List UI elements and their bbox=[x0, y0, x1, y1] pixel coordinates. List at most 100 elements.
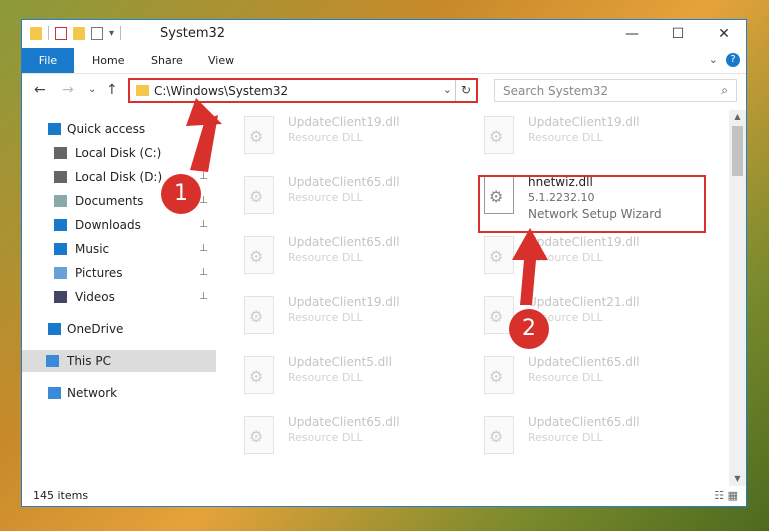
sidebar-item-label: Downloads bbox=[75, 218, 141, 232]
pin-icon[interactable]: ⊥ bbox=[199, 214, 208, 236]
file-item[interactable]: ⚙ UpdateClient19.dll Resource DLL bbox=[222, 290, 446, 344]
pin-icon[interactable]: ⊥ bbox=[199, 286, 208, 308]
sidebar-item[interactable]: Quick access bbox=[22, 118, 216, 140]
file-name: UpdateClient5.dll bbox=[288, 355, 392, 369]
pin-icon[interactable]: ⊥ bbox=[199, 142, 208, 164]
file-description: Resource DLL bbox=[288, 251, 363, 264]
search-box[interactable]: Search System32 ⌕ bbox=[494, 79, 737, 102]
address-path[interactable]: C:\Windows\System32 bbox=[154, 84, 288, 98]
highlight-box-file bbox=[478, 175, 706, 233]
file-item[interactable]: ⚙ UpdateClient19.dll Resource DLL bbox=[462, 230, 686, 284]
file-item[interactable]: ⚙ UpdateClient5.dll Resource DLL bbox=[222, 350, 446, 404]
folder-icon[interactable] bbox=[30, 26, 42, 40]
refresh-button[interactable]: ↻ bbox=[455, 80, 476, 101]
file-name: UpdateClient19.dll bbox=[288, 295, 400, 309]
sidebar-item[interactable]: Downloads ⊥ bbox=[22, 214, 216, 236]
pictures-icon bbox=[54, 267, 67, 279]
close-button[interactable]: ✕ bbox=[701, 20, 746, 48]
file-item[interactable]: ⚙ UpdateClient65.dll Resource DLL bbox=[222, 170, 446, 224]
up-button[interactable]: ↑ bbox=[106, 82, 118, 98]
gear-icon: ⚙ bbox=[489, 307, 504, 326]
address-dropdown-icon[interactable]: ⌄ bbox=[443, 83, 452, 96]
file-name: UpdateClient19.dll bbox=[288, 115, 400, 129]
gear-icon: ⚙ bbox=[249, 307, 264, 326]
sidebar-item-label: This PC bbox=[67, 354, 111, 368]
step-badge-1: 1 bbox=[161, 174, 201, 214]
sidebar-item-label: Local Disk (C:) bbox=[75, 146, 162, 160]
file-item[interactable]: ⚙ UpdateClient19.dll Resource DLL bbox=[222, 110, 446, 164]
computer-icon bbox=[46, 355, 59, 367]
file-description: Resource DLL bbox=[288, 131, 363, 144]
sidebar-item[interactable]: Videos ⊥ bbox=[22, 286, 216, 308]
file-item[interactable]: ⚙ UpdateClient19.dll Resource DLL bbox=[462, 110, 686, 164]
scroll-up-icon[interactable]: ▲ bbox=[729, 110, 746, 124]
file-item[interactable]: ⚙ UpdateClient65.dll Resource DLL bbox=[462, 350, 686, 404]
view-toggle-icons[interactable]: ☷ ▦ bbox=[714, 489, 738, 502]
minimize-button[interactable]: — bbox=[609, 20, 655, 48]
sidebar-item-label: Music bbox=[75, 242, 110, 256]
pin-icon[interactable]: ⊥ bbox=[199, 238, 208, 260]
new-folder-icon[interactable] bbox=[73, 26, 85, 40]
file-name: UpdateClient19.dll bbox=[528, 115, 640, 129]
title-bar: ▾ System32 — ☐ ✕ bbox=[22, 20, 746, 48]
recent-locations-icon[interactable]: ⌄ bbox=[88, 84, 96, 95]
gear-icon: ⚙ bbox=[489, 247, 504, 266]
file-item[interactable]: ⚙ UpdateClient65.dll Resource DLL bbox=[222, 410, 446, 464]
sidebar-item[interactable]: Network bbox=[22, 382, 216, 404]
maximize-button[interactable]: ☐ bbox=[655, 20, 701, 48]
dll-file-icon: ⚙ bbox=[484, 416, 514, 454]
sidebar-item[interactable]: OneDrive bbox=[22, 318, 216, 340]
expand-ribbon-icon[interactable]: ⌄ bbox=[709, 53, 718, 66]
address-bar[interactable]: C:\Windows\System32 ⌄ ↻ bbox=[128, 78, 478, 103]
sidebar-item[interactable]: This PC bbox=[22, 350, 216, 372]
file-name: UpdateClient19.dll bbox=[528, 235, 640, 249]
sidebar-item-label: Videos bbox=[75, 290, 115, 304]
back-button[interactable]: ← bbox=[34, 82, 46, 98]
scroll-thumb[interactable] bbox=[732, 126, 743, 176]
help-icon[interactable]: ? bbox=[726, 53, 740, 67]
pin-icon[interactable]: ⊥ bbox=[199, 262, 208, 284]
file-description: Resource DLL bbox=[288, 431, 363, 444]
music-icon bbox=[54, 243, 67, 255]
pin-icon[interactable]: ⊥ bbox=[199, 166, 208, 188]
file-name: UpdateClient65.dll bbox=[288, 175, 400, 189]
file-item[interactable]: ⚙ UpdateClient65.dll Resource DLL bbox=[222, 230, 446, 284]
vertical-scrollbar[interactable]: ▲ ▼ bbox=[729, 110, 746, 486]
search-placeholder[interactable]: Search System32 bbox=[503, 84, 608, 98]
sidebar-item[interactable]: Local Disk (C:) ⊥ bbox=[22, 142, 216, 164]
forward-button[interactable]: → bbox=[62, 82, 74, 98]
gear-icon: ⚙ bbox=[489, 367, 504, 386]
dll-file-icon: ⚙ bbox=[484, 116, 514, 154]
sidebar-item[interactable]: Music ⊥ bbox=[22, 238, 216, 260]
quick-access-toolbar: ▾ bbox=[30, 26, 122, 40]
drive-icon bbox=[54, 171, 67, 183]
sidebar-item-label: Pictures bbox=[75, 266, 123, 280]
star-icon bbox=[48, 123, 61, 135]
window-title: System32 bbox=[160, 26, 226, 41]
sidebar-item[interactable]: Pictures ⊥ bbox=[22, 262, 216, 284]
sidebar-item-label: Documents bbox=[75, 194, 144, 208]
file-item[interactable]: ⚙ UpdateClient21.dll Resource DLL bbox=[462, 290, 686, 344]
gear-icon: ⚙ bbox=[489, 127, 504, 146]
download-icon bbox=[54, 219, 67, 231]
file-description: Resource DLL bbox=[288, 371, 363, 384]
tab-view[interactable]: View bbox=[208, 48, 234, 73]
properties-check-icon[interactable] bbox=[55, 26, 67, 40]
file-name: UpdateClient65.dll bbox=[288, 235, 400, 249]
scroll-down-icon[interactable]: ▼ bbox=[729, 472, 746, 486]
tab-share[interactable]: Share bbox=[151, 48, 183, 73]
tab-home[interactable]: Home bbox=[92, 48, 124, 73]
tab-file[interactable]: File bbox=[22, 48, 74, 73]
item-count: 145 items bbox=[33, 489, 89, 502]
file-description: Resource DLL bbox=[528, 131, 603, 144]
network-icon bbox=[48, 387, 61, 399]
navigation-pane: Quick access Local Disk (C:) ⊥ Local Disk (… bbox=[22, 110, 216, 476]
search-icon[interactable]: ⌕ bbox=[721, 83, 728, 98]
divider bbox=[120, 26, 122, 40]
properties-icon[interactable] bbox=[91, 26, 103, 40]
file-description: Resource DLL bbox=[288, 311, 363, 324]
dll-file-icon: ⚙ bbox=[244, 296, 274, 334]
qat-dropdown-icon[interactable]: ▾ bbox=[109, 28, 114, 39]
file-item[interactable]: ⚙ UpdateClient65.dll Resource DLL bbox=[462, 410, 686, 464]
folder-icon bbox=[136, 85, 149, 96]
